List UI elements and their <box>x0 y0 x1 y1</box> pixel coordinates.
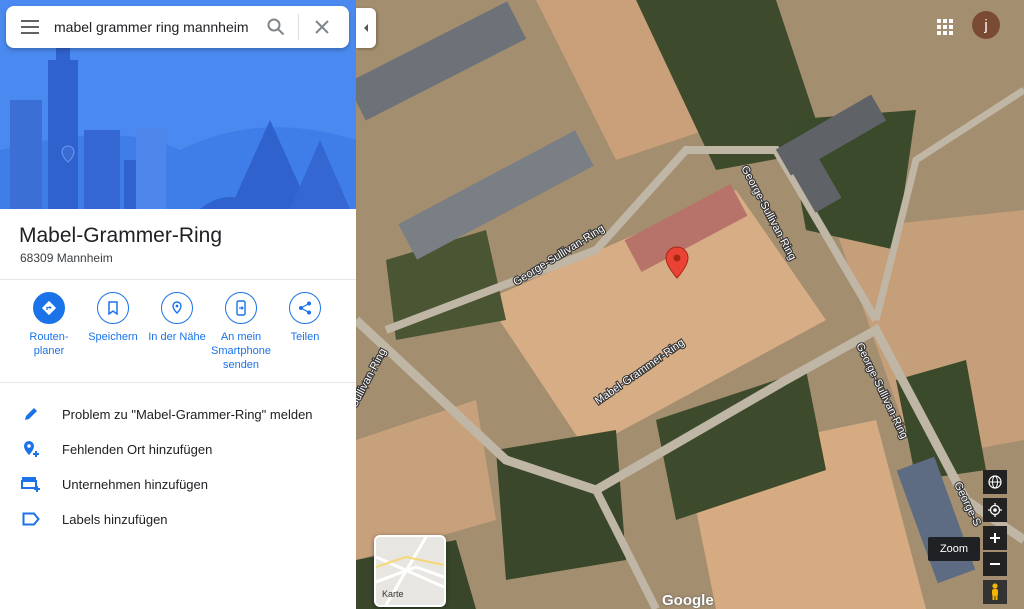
send-to-phone-button[interactable]: An mein Smartphone senden <box>209 292 273 372</box>
add-business-label: Unternehmen hinzufügen <box>62 476 208 492</box>
pencil-icon <box>25 408 37 420</box>
search-box <box>6 6 349 48</box>
add-missing-place-label: Fehlenden Ort hinzufügen <box>62 441 213 457</box>
directions-icon <box>33 292 65 324</box>
satellite-imagery: George-Sullivan-Ring George-Sullivan-Rin… <box>356 0 1024 609</box>
share-button[interactable]: Teilen <box>273 292 337 344</box>
save-button[interactable]: Speichern <box>81 292 145 344</box>
search-button[interactable] <box>254 6 298 48</box>
minus-icon <box>990 563 1000 565</box>
street-view-pegman-button[interactable] <box>983 580 1007 604</box>
zoom-in-button[interactable] <box>983 526 1007 550</box>
report-problem-item[interactable]: Problem zu "Mabel-Grammer-Ring" melden <box>0 397 356 431</box>
close-icon <box>315 20 329 34</box>
my-location-icon <box>988 503 1002 517</box>
google-logo: Google <box>662 592 714 609</box>
globe-button[interactable] <box>983 470 1007 494</box>
clear-search-button[interactable] <box>299 6 345 48</box>
nearby-button[interactable]: In der Nähe <box>145 292 209 344</box>
add-missing-place-item[interactable]: Fehlenden Ort hinzufügen <box>0 432 356 466</box>
save-label: Speichern <box>88 331 138 343</box>
add-labels-item[interactable]: Labels hinzufügen <box>0 502 356 536</box>
my-location-button[interactable] <box>983 498 1007 522</box>
nearby-label: In der Nähe <box>148 331 206 343</box>
bookmark-icon <box>97 292 129 324</box>
directions-label: Routen- planer <box>29 331 69 357</box>
zoom-out-button[interactable] <box>983 552 1007 576</box>
place-address: 68309 Mannheim <box>20 251 113 265</box>
divider <box>0 382 356 383</box>
map-type-label: Karte <box>382 589 404 599</box>
avatar[interactable]: j <box>972 11 1000 39</box>
nearby-icon <box>161 292 193 324</box>
label-icon <box>22 512 40 526</box>
share-icon <box>289 292 321 324</box>
send-to-phone-label: An mein Smartphone senden <box>211 331 271 371</box>
apps-button[interactable] <box>932 14 958 40</box>
globe-icon <box>988 475 1002 489</box>
search-icon <box>267 18 285 36</box>
menu-button[interactable] <box>6 6 54 48</box>
place-panel: Mabel-Grammer-Ring 68309 Mannheim Routen… <box>0 0 356 609</box>
zoom-tooltip: Zoom <box>928 537 980 561</box>
apps-grid-icon <box>937 19 953 35</box>
add-business-item[interactable]: Unternehmen hinzufügen <box>0 467 356 501</box>
hamburger-icon <box>21 20 39 34</box>
add-business-icon <box>21 477 40 492</box>
chevron-left-icon <box>364 24 368 32</box>
send-to-phone-icon <box>225 292 257 324</box>
directions-button[interactable]: Routen- planer <box>17 292 81 358</box>
plus-icon <box>990 533 1000 543</box>
search-input[interactable] <box>54 19 254 35</box>
collapse-panel-button[interactable] <box>356 8 376 48</box>
share-label: Teilen <box>290 331 320 343</box>
place-title: Mabel-Grammer-Ring <box>19 224 223 247</box>
add-labels-label: Labels hinzufügen <box>62 511 168 527</box>
satellite-map[interactable]: George-Sullivan-Ring George-Sullivan-Rin… <box>356 0 1024 609</box>
pegman-icon <box>992 583 998 600</box>
report-problem-label: Problem zu "Mabel-Grammer-Ring" melden <box>62 406 313 422</box>
divider <box>0 279 356 280</box>
add-place-icon <box>24 441 39 457</box>
map-type-toggle[interactable]: Karte <box>374 535 446 607</box>
